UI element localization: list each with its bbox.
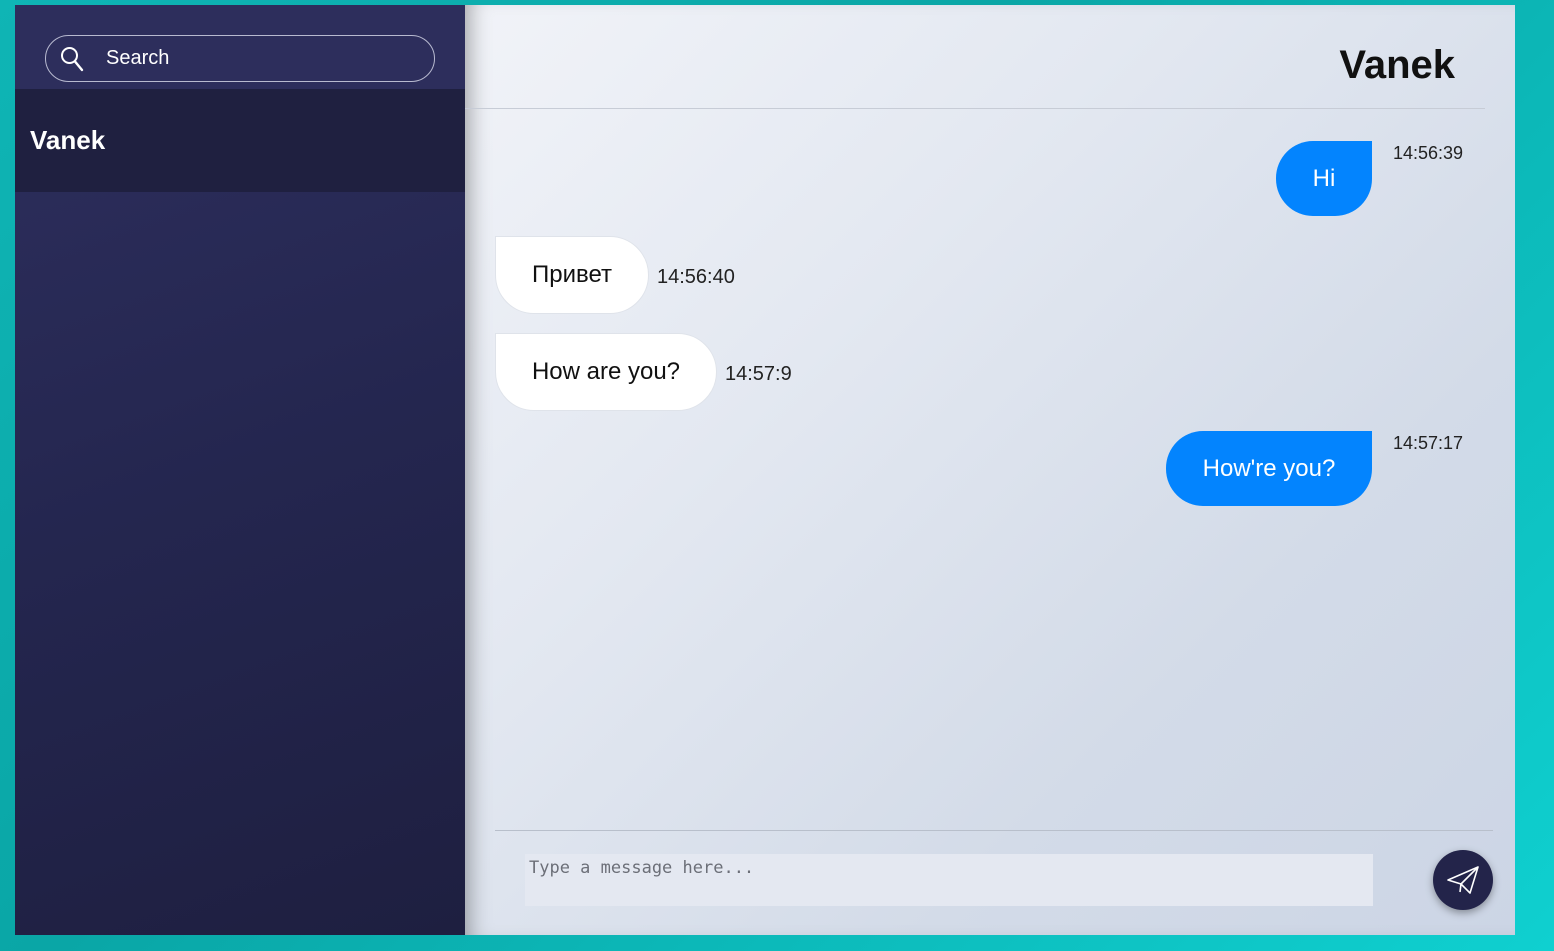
chat-title: Vanek bbox=[1339, 43, 1455, 87]
search-bar bbox=[15, 5, 465, 89]
message-timestamp: 14:56:40 bbox=[657, 266, 735, 288]
search-icon[interactable] bbox=[60, 46, 84, 72]
search-box[interactable] bbox=[45, 35, 435, 82]
message-input[interactable] bbox=[525, 854, 1373, 906]
chat-panel: Vanek Hi 14:56:39 Привет 14:56:40 How ar… bbox=[465, 5, 1515, 935]
paper-plane-icon bbox=[1447, 866, 1479, 894]
message-bubble-outgoing: Hi bbox=[1276, 141, 1372, 216]
chat-app: Vanek Vanek Hi 14:56:39 Привет 14:56:40 … bbox=[15, 5, 1515, 935]
message-bubble-outgoing: How're you? bbox=[1166, 431, 1372, 506]
message-timestamp: 14:57:9 bbox=[725, 363, 792, 385]
sidebar: Vanek bbox=[15, 5, 465, 935]
message-bubble-incoming: How are you? bbox=[495, 333, 717, 411]
contact-name: Vanek bbox=[30, 125, 106, 155]
contact-item-vanek[interactable]: Vanek bbox=[15, 89, 465, 192]
send-button[interactable] bbox=[1433, 850, 1493, 910]
message-timestamp: 14:57:17 bbox=[1393, 433, 1464, 453]
message-timestamp: 14:56:39 bbox=[1393, 143, 1464, 163]
search-input[interactable] bbox=[106, 47, 406, 70]
message-bubble-incoming: Привет bbox=[495, 236, 649, 314]
chat-header: Vanek bbox=[465, 5, 1485, 109]
composer-divider bbox=[495, 830, 1493, 831]
